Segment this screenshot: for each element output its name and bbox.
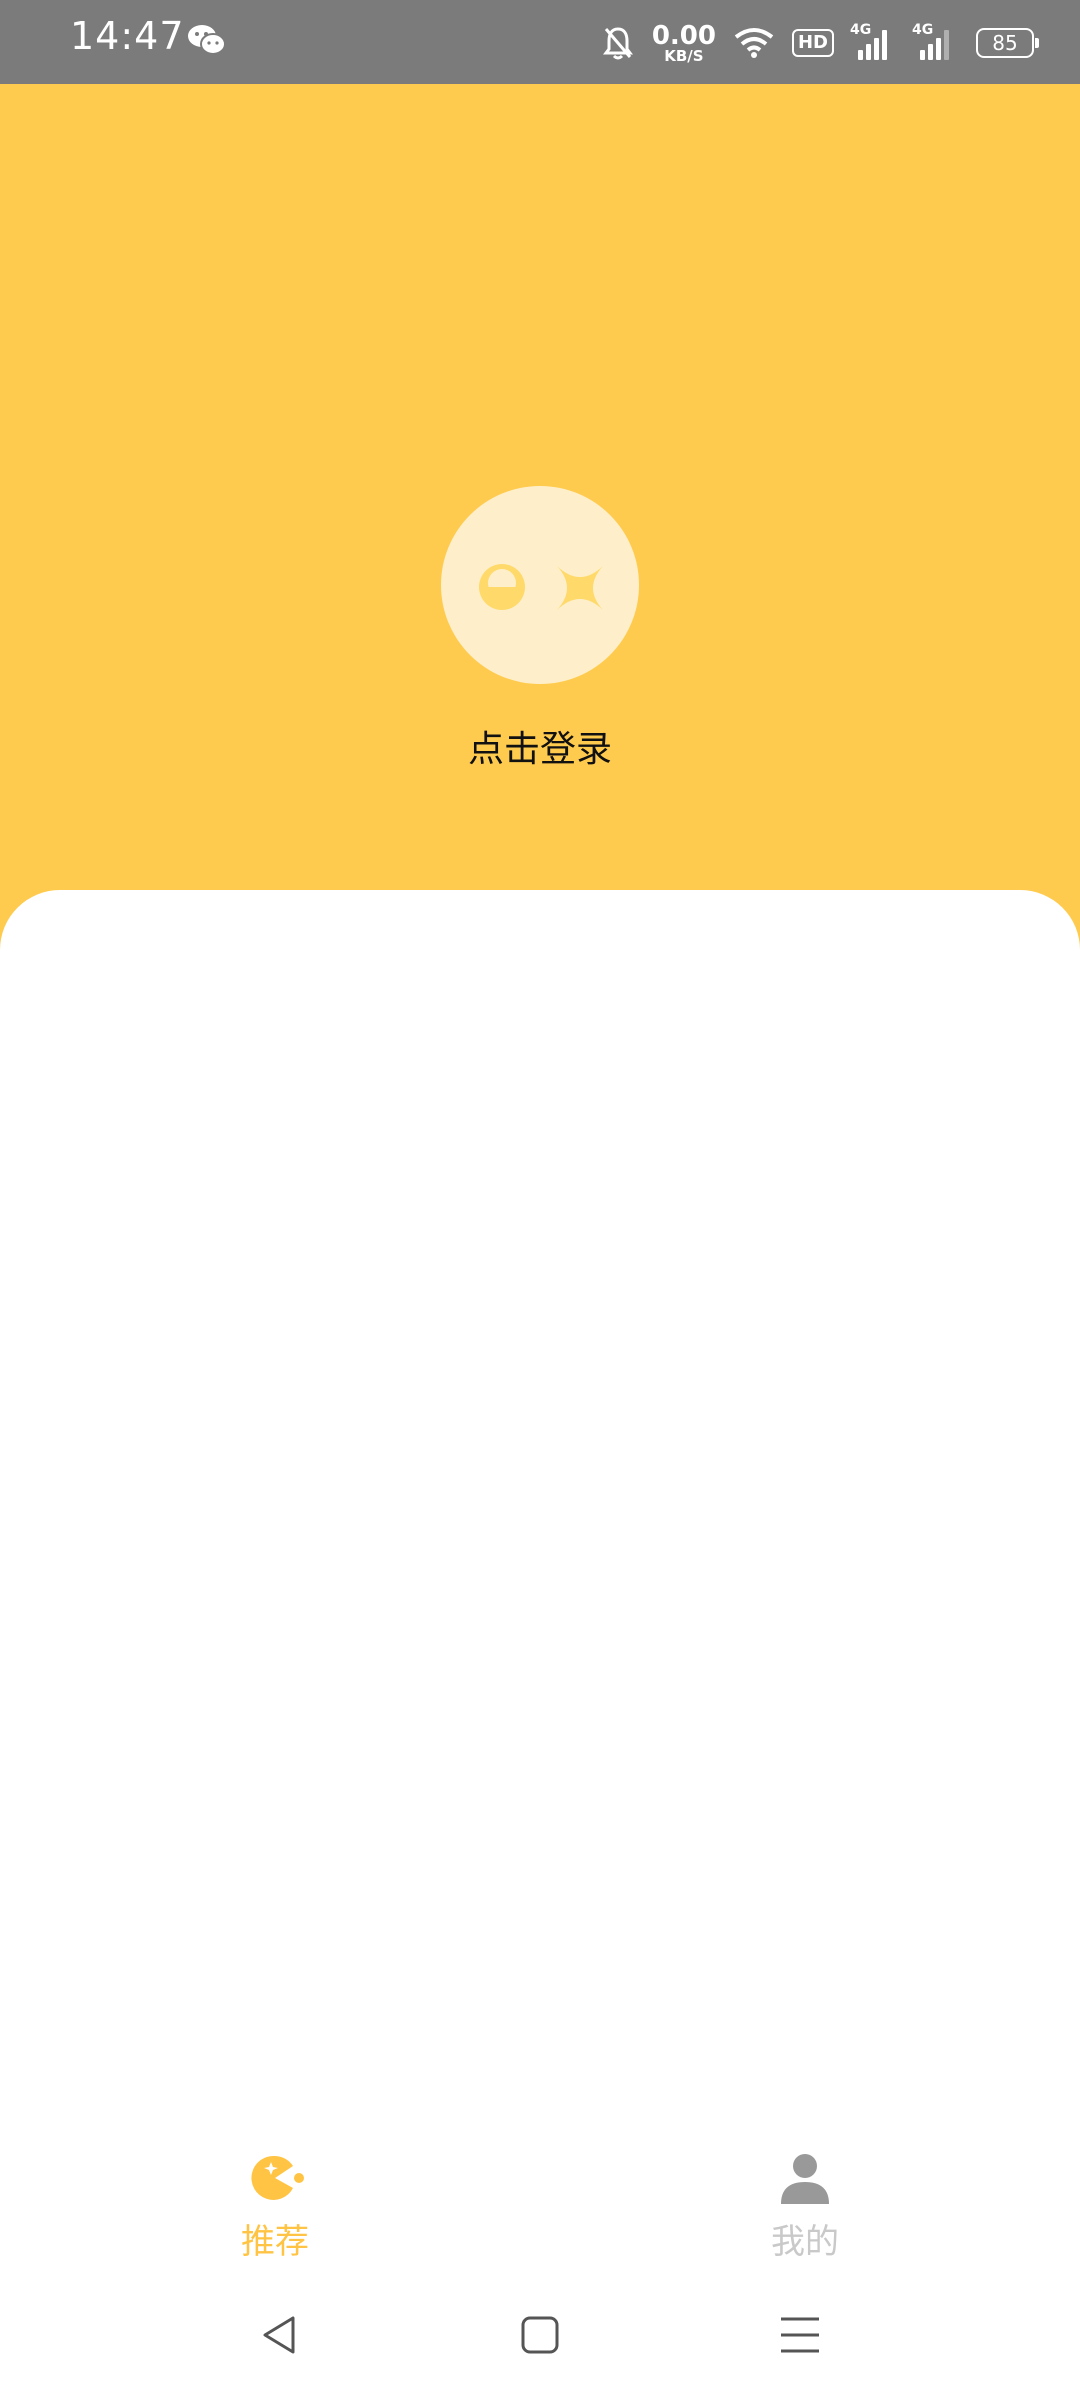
system-nav-bar [0, 2296, 1080, 2376]
signal-icon: 4G [850, 22, 896, 60]
avatar[interactable] [441, 486, 639, 684]
tab-mine-label: 我的 [771, 2222, 839, 2262]
wifi-icon [734, 28, 774, 58]
signal-tag: 4G [912, 22, 934, 38]
status-bar: 14:47 0.00 KB/S HD 4G 4G 85 [0, 0, 1080, 84]
status-time: 14:47 [70, 14, 185, 58]
avatar-face-icon [479, 564, 603, 610]
menu-icon[interactable] [775, 2310, 825, 2360]
net-speed: 0.00 KB/S [652, 23, 716, 64]
tab-mine[interactable]: 我的 [705, 2148, 905, 2263]
login-prompt[interactable]: 点击登录 [0, 720, 1080, 772]
tab-recommend[interactable]: 推荐 [175, 2148, 375, 2263]
battery-icon: 85 [976, 28, 1039, 58]
bottom-tab-bar: 推荐 我的 [0, 2140, 1080, 2280]
profile-header: 点击登录 [0, 84, 1080, 984]
signal-tag: 4G [850, 22, 872, 38]
tab-recommend-label: 推荐 [241, 2222, 309, 2262]
home-icon[interactable] [515, 2310, 565, 2360]
net-speed-value: 0.00 [651, 20, 716, 51]
back-icon[interactable] [255, 2310, 305, 2360]
wechat-icon [188, 25, 226, 55]
net-speed-unit: KB/S [664, 46, 704, 65]
signal-icon: 4G [912, 22, 958, 60]
bell-off-icon [602, 27, 633, 60]
hd-icon: HD [791, 29, 834, 57]
person-icon [781, 2154, 829, 2204]
pacman-icon [251, 2155, 304, 2200]
